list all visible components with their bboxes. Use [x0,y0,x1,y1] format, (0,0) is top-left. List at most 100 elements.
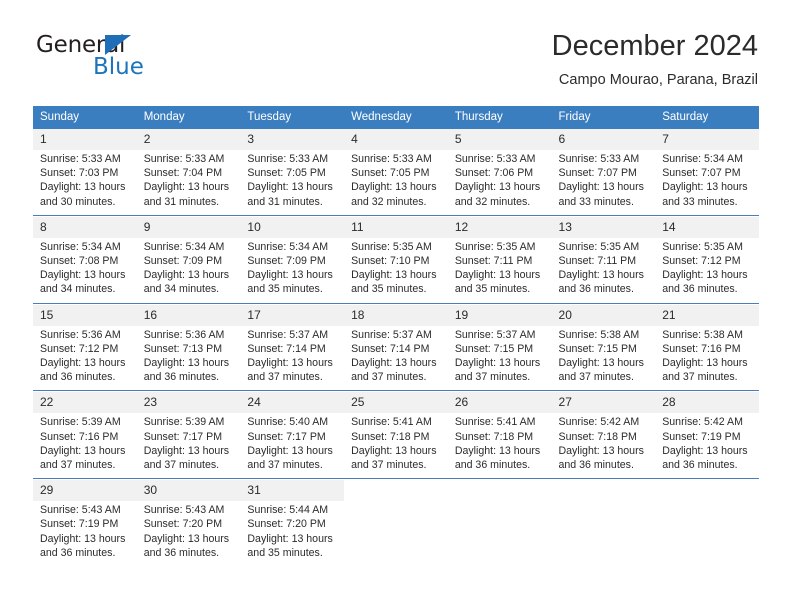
day-number[interactable]: 9 [136,216,241,238]
daylight-text-line2: and 31 minutes. [247,195,323,208]
day-number[interactable]: 23 [136,392,241,414]
daylight-text-line2: and 37 minutes. [40,459,116,472]
sunrise-text: Sunrise: 5:39 AM [40,416,121,429]
day-number[interactable]: 24 [240,392,345,414]
daylight-text-line1: Daylight: 13 hours [351,269,437,282]
sunrise-text: Sunrise: 5:40 AM [247,416,329,429]
day-cell: Sunrise: 5:37 AM Sunset: 7:15 PM Dayligh… [447,325,552,391]
day-number[interactable]: 28 [655,392,759,414]
day-number[interactable]: 10 [240,216,345,238]
day-number[interactable]: 30 [136,480,241,502]
sunrise-text: Sunrise: 5:37 AM [454,328,536,341]
day-number[interactable]: 2 [136,129,241,150]
daylight-text-line2: and 37 minutes. [454,371,531,384]
day-cell: Sunrise: 5:38 AM Sunset: 7:15 PM Dayligh… [551,325,656,391]
day-number[interactable]: 17 [240,304,345,326]
sunrise-text: Sunrise: 5:34 AM [143,240,225,253]
sunrise-text: Sunrise: 5:33 AM [351,153,432,165]
daylight-text-line2: and 34 minutes. [40,283,116,296]
day-number[interactable]: 21 [655,304,759,326]
daylight-text-line1: Daylight: 13 hours [558,444,644,457]
day-number[interactable]: 12 [447,216,552,238]
day-number-empty [551,480,656,502]
sunset-text: Sunset: 7:11 PM [558,255,637,268]
daylight-text-line1: Daylight: 13 hours [247,532,333,545]
day-number[interactable]: 26 [447,392,552,414]
daylight-text-line2: and 37 minutes. [558,371,634,384]
calendar-table: Sunday Monday Tuesday Wednesday Thursday… [33,106,759,567]
daylight-text-line1: Daylight: 13 hours [454,444,541,457]
day-cell: Sunrise: 5:36 AM Sunset: 7:13 PM Dayligh… [136,325,241,391]
daylight-text-line2: and 35 minutes. [454,283,531,296]
day-cell: Sunrise: 5:34 AM Sunset: 7:09 PM Dayligh… [136,237,241,304]
day-number[interactable]: 5 [447,129,552,150]
day-number[interactable]: 3 [240,129,345,150]
day-number[interactable]: 4 [344,129,448,150]
sunrise-text: Sunrise: 5:38 AM [558,328,640,341]
week-daynum-row: 15 16 17 18 19 20 21 [33,304,759,326]
weekday-header-sunday: Sunday [33,106,137,129]
day-number[interactable]: 1 [33,129,137,150]
day-number[interactable]: 29 [33,480,137,502]
sunrise-text: Sunrise: 5:35 AM [454,240,536,253]
day-number[interactable]: 15 [33,304,137,326]
sunset-text: Sunset: 7:08 PM [40,255,119,268]
sunset-text: Sunset: 7:16 PM [662,342,741,355]
daylight-text-line2: and 37 minutes. [143,459,220,472]
daylight-text-line2: and 36 minutes. [40,371,116,384]
daylight-text-line2: and 36 minutes. [662,283,738,296]
day-cell: Sunrise: 5:39 AM Sunset: 7:17 PM Dayligh… [136,413,241,479]
day-cell: Sunrise: 5:37 AM Sunset: 7:14 PM Dayligh… [344,325,448,391]
daylight-text-line1: Daylight: 13 hours [454,181,541,194]
sunset-text: Sunset: 7:15 PM [558,342,637,355]
sunrise-text: Sunrise: 5:41 AM [454,416,536,429]
day-cell: Sunrise: 5:41 AM Sunset: 7:18 PM Dayligh… [344,413,448,479]
day-number[interactable]: 16 [136,304,241,326]
daylight-text-line1: Daylight: 13 hours [40,181,126,194]
day-number[interactable]: 18 [344,304,448,326]
day-number[interactable]: 22 [33,392,137,414]
sunset-text: Sunset: 7:05 PM [351,167,430,180]
day-cell: Sunrise: 5:40 AM Sunset: 7:17 PM Dayligh… [240,413,345,479]
day-number[interactable]: 13 [551,216,656,238]
sunset-text: Sunset: 7:17 PM [143,430,223,443]
day-number[interactable]: 27 [551,392,656,414]
sunset-text: Sunset: 7:14 PM [247,342,326,355]
daylight-text-line2: and 33 minutes. [558,195,634,208]
sunset-text: Sunset: 7:17 PM [247,430,326,443]
day-cell: Sunrise: 5:43 AM Sunset: 7:19 PM Dayligh… [33,501,137,567]
day-cell: Sunrise: 5:35 AM Sunset: 7:11 PM Dayligh… [551,237,656,304]
page-header: General Blue December 2024 Campo Mourao,… [0,0,792,98]
day-number[interactable]: 6 [551,129,656,150]
sunset-text: Sunset: 7:09 PM [143,255,223,268]
sunset-text: Sunset: 7:04 PM [143,167,223,180]
daylight-text-line1: Daylight: 13 hours [662,181,748,194]
day-number[interactable]: 19 [447,304,552,326]
day-number[interactable]: 20 [551,304,656,326]
daylight-text-line1: Daylight: 13 hours [40,269,126,282]
daylight-text-line1: Daylight: 13 hours [143,181,230,194]
week-detail-row: Sunrise: 5:36 AM Sunset: 7:12 PM Dayligh… [33,325,759,391]
general-blue-logo[interactable]: General Blue [36,32,236,84]
day-number[interactable]: 7 [655,129,759,150]
title-block: December 2024 Campo Mourao, Parana, Braz… [552,29,758,90]
blue-triangle-icon [105,35,131,55]
sunset-text: Sunset: 7:16 PM [40,430,119,443]
day-number[interactable]: 31 [240,480,345,502]
day-number[interactable]: 11 [344,216,448,238]
daylight-text-line2: and 35 minutes. [351,283,427,296]
day-number[interactable]: 25 [344,392,448,414]
day-cell: Sunrise: 5:34 AM Sunset: 7:09 PM Dayligh… [240,237,345,304]
daylight-text-line1: Daylight: 13 hours [558,357,644,370]
daylight-text-line2: and 36 minutes. [662,459,738,472]
day-number[interactable]: 14 [655,216,759,238]
day-number[interactable]: 8 [33,216,137,238]
logo-text-blue: Blue [93,54,144,80]
day-cell: Sunrise: 5:42 AM Sunset: 7:19 PM Dayligh… [655,413,759,479]
daylight-text-line2: and 36 minutes. [558,283,634,296]
day-cell: Sunrise: 5:35 AM Sunset: 7:10 PM Dayligh… [344,237,448,304]
day-cell: Sunrise: 5:38 AM Sunset: 7:16 PM Dayligh… [655,325,759,391]
sunset-text: Sunset: 7:18 PM [558,430,637,443]
daylight-text-line2: and 36 minutes. [454,459,531,472]
sunset-text: Sunset: 7:20 PM [247,518,326,531]
